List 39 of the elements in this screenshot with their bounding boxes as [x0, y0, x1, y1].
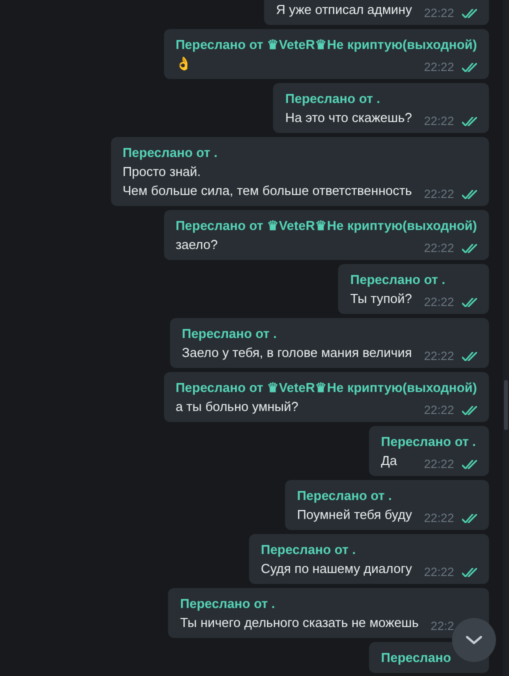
message-text: Поумней тебя буду: [296, 506, 412, 524]
forwarded-from-label: Переслано от ♛VeteR♛Не криптую(выходной): [176, 36, 477, 54]
message-text: заело?: [176, 236, 218, 254]
forwarded-from-label: Переслано от .: [122, 144, 218, 162]
forwarded-from-label: Переслано: [381, 649, 452, 667]
message-time: 22:22: [424, 114, 454, 129]
message-time: 22:22: [424, 403, 454, 418]
forwarded-from-label: Переслано от ♛VeteR♛Не криптую(выходной): [176, 379, 477, 397]
forwarded-from-label: Переслано от .: [260, 541, 357, 559]
message-text: 👌: [176, 55, 192, 73]
chevron-down-icon: [465, 635, 483, 645]
message-text: Заело у тебя, в голове мания величия: [182, 344, 412, 362]
forwarded-from-label: Переслано от ♛VeteR♛Не криптую(выходной): [176, 217, 477, 235]
message-time: 22:22: [424, 60, 454, 75]
message-text: Ты тупой?: [350, 290, 412, 308]
message-text: Я уже отписал админу: [276, 1, 412, 19]
scrollbar[interactable]: [503, 0, 509, 676]
forwarded-from-label: Переслано от .: [182, 325, 278, 343]
message-text: На это что скажешь?: [285, 109, 412, 127]
message-time: 22:22: [424, 565, 454, 580]
message-text: Да: [381, 452, 398, 470]
message-time: 22:22: [424, 6, 454, 21]
forwarded-from-label: Переслано от .: [381, 433, 477, 451]
message-text: Чем больше сила, тем больше ответственность: [122, 182, 412, 200]
forwarded-from-label: Переслано от .: [350, 271, 446, 289]
message-text: Судя по нашему диалогу: [260, 560, 412, 578]
forwarded-from-label: Переслано от .: [180, 595, 276, 613]
message-text: Ты ничего дельного сказать не можешь: [180, 614, 419, 632]
message-time: 22:2: [430, 619, 454, 634]
message-time: 22:22: [424, 457, 454, 472]
message-time: 22:22: [424, 511, 454, 526]
message-time: 22:22: [424, 295, 454, 310]
message-time: 22:22: [424, 187, 454, 202]
forwarded-from-label: Переслано от .: [285, 90, 382, 108]
message-time: 22:22: [424, 349, 454, 364]
message-time: 22:22: [424, 241, 454, 256]
message-text: Просто знай.: [122, 163, 202, 181]
forwarded-from-label: Переслано от .: [296, 487, 393, 505]
message-text: а ты больно умный?: [176, 398, 298, 416]
